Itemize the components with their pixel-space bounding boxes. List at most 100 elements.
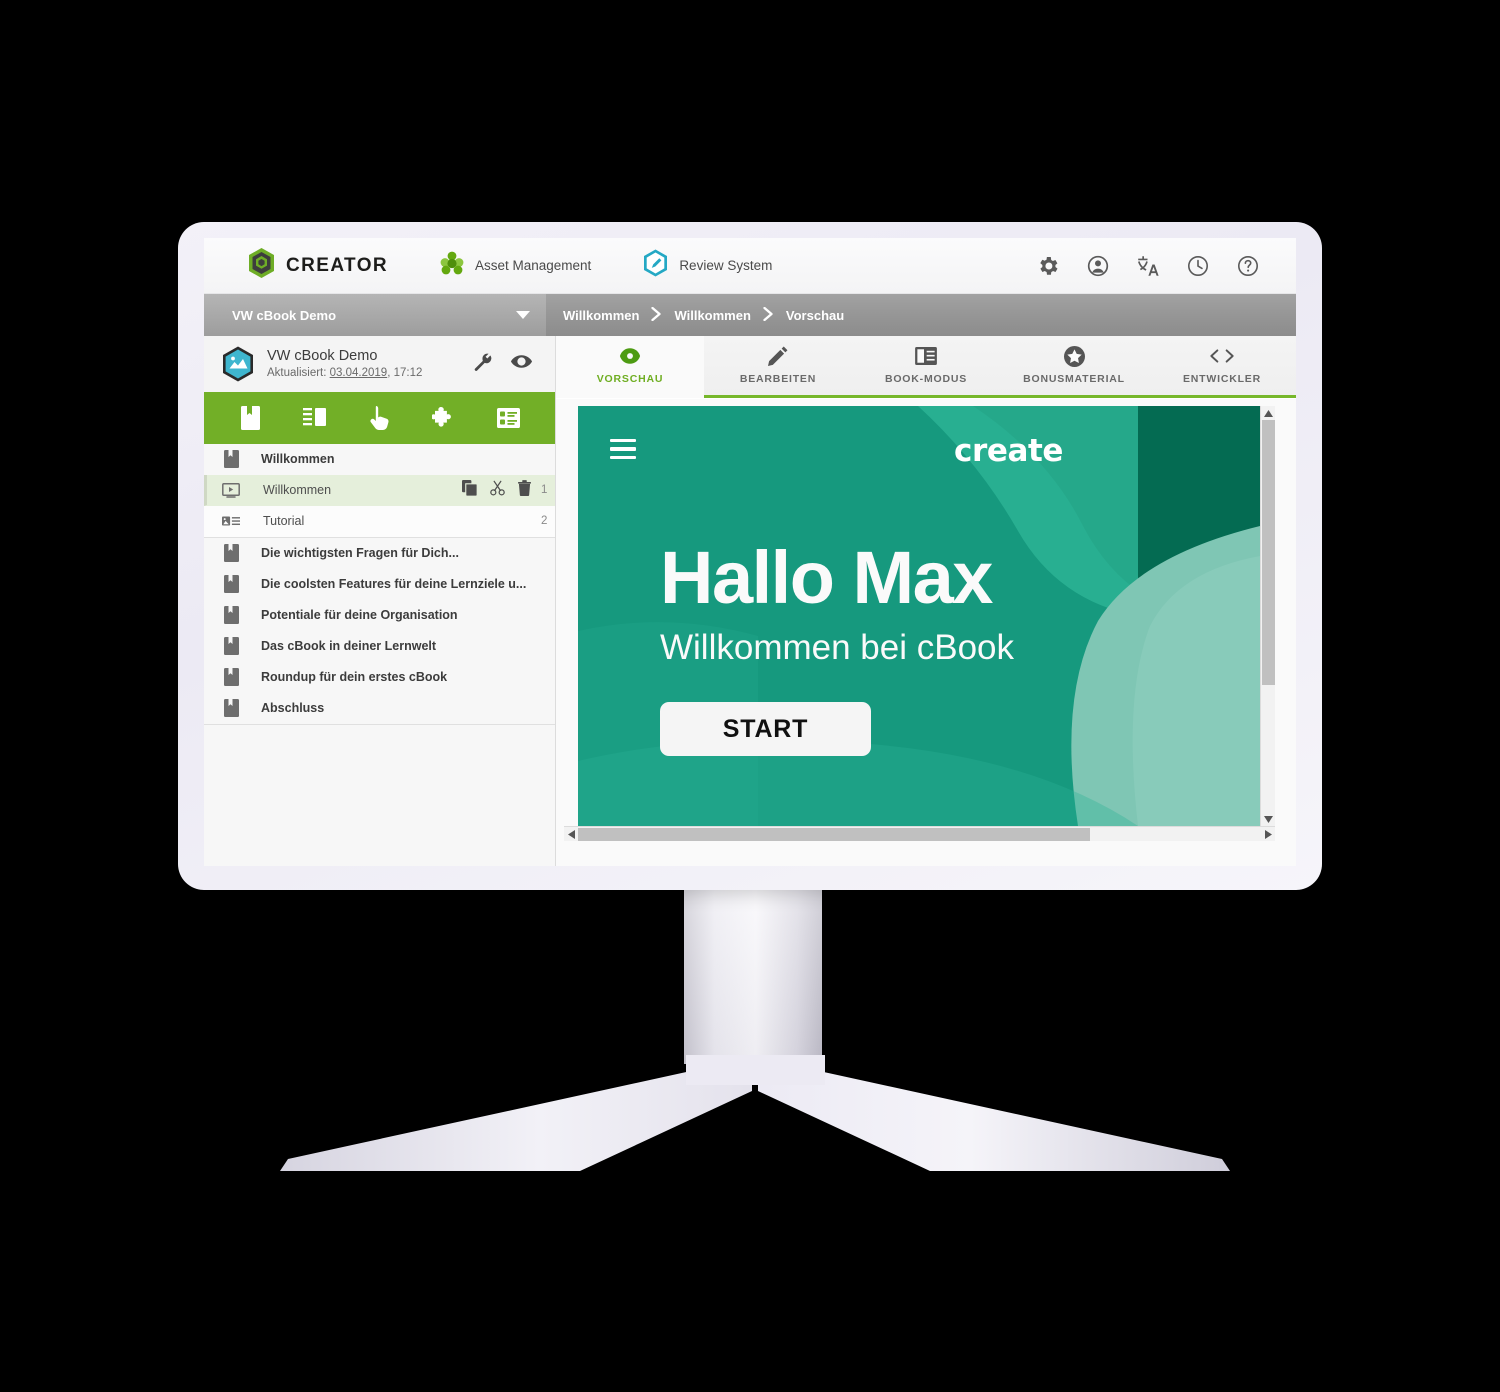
tree-item-page[interactable]: Tutorial 2 <box>204 506 555 537</box>
breadcrumb-item-2[interactable]: Vorschau <box>786 308 844 323</box>
tree-item-chapter[interactable]: Potentiale für deine Organisation <box>204 600 555 631</box>
tree-item-page-selected[interactable]: Willkommen 1 <box>204 475 555 506</box>
tree-item-chapter[interactable]: Das cBook in deiner Lernwelt <box>204 631 555 662</box>
tab-strip: VORSCHAU BEARBEITEN BOOK-MODUS BONUSMATE… <box>556 336 1296 398</box>
scroll-up-arrow-icon[interactable] <box>1261 406 1276 420</box>
breadcrumb: Willkommen Willkommen Vorschau <box>546 294 1296 336</box>
slide-subheading: Willkommen bei cBook <box>660 628 1014 667</box>
tree-separator <box>204 724 555 725</box>
create-logo: create <box>954 433 1064 469</box>
chapter-icon <box>222 699 240 717</box>
tab-entwickler[interactable]: ENTWICKLER <box>1148 336 1296 398</box>
preview-panel: create Hallo Max Willkommen bei cBook ST… <box>556 399 1296 866</box>
tree-item-label: Das cBook in deiner Lernwelt <box>261 639 437 653</box>
media-text-page-icon <box>222 512 240 530</box>
tree-item-chapter[interactable]: Die wichtigsten Fragen für Dich... <box>204 538 555 569</box>
chapter-tree: Willkommen Willkommen 1 Tutorial 2 Die w… <box>204 444 555 725</box>
brand[interactable]: CREATOR <box>248 248 388 283</box>
project-updated: Aktualisiert: 03.04.2019, 17:12 <box>267 365 422 381</box>
help-icon[interactable] <box>1236 254 1260 278</box>
monitor-stand-neck-highlight <box>684 888 822 1064</box>
scroll-left-arrow-icon[interactable] <box>564 827 578 842</box>
slide-heading: Hallo Max <box>660 536 993 619</box>
delete-icon[interactable] <box>518 479 531 501</box>
screenshot-stage: CREATOR Asset Management Review System V… <box>0 0 1500 1392</box>
tree-item-chapter[interactable]: Willkommen <box>204 444 555 475</box>
sidebar: VW cBook Demo Aktualisiert: 03.04.2019, … <box>204 336 556 866</box>
vertical-scroll-thumb[interactable] <box>1262 420 1275 685</box>
eye-icon[interactable] <box>510 350 533 378</box>
tab-bonusmaterial[interactable]: BONUSMATERIAL <box>1000 336 1148 398</box>
chapter-icon <box>222 544 240 562</box>
tree-item-chapter[interactable]: Roundup für dein erstes cBook <box>204 662 555 693</box>
app-link-review-system[interactable]: Review System <box>643 249 772 282</box>
tree-item-number: 1 <box>541 484 548 496</box>
sidebar-green-toolbar <box>204 392 555 444</box>
tree-item-chapter[interactable]: Abschluss <box>204 693 555 724</box>
chapter-icon <box>222 575 240 593</box>
cut-icon[interactable] <box>490 480 505 501</box>
chevron-right-icon <box>763 306 774 324</box>
project-updated-date: 03.04.2019 <box>329 367 388 380</box>
quiz-icon[interactable] <box>492 403 526 433</box>
start-button[interactable]: START <box>660 702 871 756</box>
app-link-label: Review System <box>679 258 773 273</box>
layout-icon[interactable] <box>298 403 332 433</box>
preview-horizontal-scrollbar[interactable] <box>564 826 1275 841</box>
tree-item-label: Willkommen <box>261 452 335 466</box>
pencil-icon <box>768 346 788 366</box>
project-selector[interactable]: VW cBook Demo <box>204 294 546 336</box>
eye-icon <box>619 346 641 366</box>
horizontal-scroll-thumb[interactable] <box>578 828 1090 841</box>
project-updated-time: , 17:12 <box>387 367 423 380</box>
app-link-asset-management[interactable]: Asset Management <box>440 250 591 281</box>
tree-item-number: 2 <box>541 515 548 527</box>
project-actions <box>472 350 541 378</box>
tab-vorschau[interactable]: VORSCHAU <box>556 336 704 398</box>
project-title: VW cBook Demo <box>267 347 378 364</box>
gear-icon[interactable] <box>1036 254 1060 278</box>
review-system-icon <box>643 249 668 282</box>
puzzle-icon[interactable] <box>427 403 461 433</box>
tab-book-modus[interactable]: BOOK-MODUS <box>852 336 1000 398</box>
tab-label: BOOK-MODUS <box>884 373 968 385</box>
tab-label: BONUSMATERIAL <box>1023 373 1125 385</box>
tree-item-chapter[interactable]: Die coolsten Features für deine Lernziel… <box>204 569 555 600</box>
tab-label: ENTWICKLER <box>1183 373 1261 385</box>
translate-icon[interactable] <box>1136 254 1160 278</box>
scroll-down-arrow-icon[interactable] <box>1261 812 1276 826</box>
chapter-icon <box>222 606 240 624</box>
wrench-icon[interactable] <box>472 351 493 377</box>
tree-item-label: Die wichtigsten Fragen für Dich... <box>261 546 459 560</box>
chapter-icon <box>222 637 240 655</box>
project-meta: VW cBook Demo Aktualisiert: 03.04.2019, … <box>267 347 422 381</box>
hexagon-creator-logo <box>248 248 275 283</box>
chapter-icon <box>222 668 240 686</box>
new-chapter-icon[interactable] <box>233 403 267 433</box>
tab-bearbeiten[interactable]: BEARBEITEN <box>704 336 852 398</box>
video-page-icon <box>222 481 240 499</box>
tree-item-label: Die coolsten Features für deine Lernziel… <box>261 577 527 591</box>
header-icon-group <box>1036 254 1260 278</box>
history-clock-icon[interactable] <box>1186 254 1210 278</box>
preview-vertical-scrollbar[interactable] <box>1260 406 1275 826</box>
hamburger-menu-icon[interactable] <box>610 439 636 459</box>
interaction-icon[interactable] <box>362 403 396 433</box>
tree-item-label: Potentiale für deine Organisation <box>261 608 458 622</box>
tab-label: BEARBEITEN <box>739 373 817 385</box>
tree-item-tools <box>462 479 541 501</box>
asset-management-icon <box>440 250 464 281</box>
account-icon[interactable] <box>1086 254 1110 278</box>
breadcrumb-item-0[interactable]: Willkommen <box>563 308 639 323</box>
scroll-right-arrow-icon[interactable] <box>1261 827 1275 842</box>
copy-icon[interactable] <box>462 479 478 501</box>
sub-bar: VW cBook Demo Willkommen Willkommen Vors… <box>204 294 1296 336</box>
project-thumbnail-icon <box>222 346 254 382</box>
breadcrumb-item-1[interactable]: Willkommen <box>674 308 750 323</box>
tab-label: VORSCHAU <box>596 373 664 385</box>
chapter-icon <box>222 450 240 468</box>
monitor-screen: CREATOR Asset Management Review System V… <box>204 238 1296 866</box>
tree-item-label: Tutorial <box>263 514 305 528</box>
brand-name: CREATOR <box>286 254 388 276</box>
tree-item-label: Roundup für dein erstes cBook <box>261 670 448 684</box>
